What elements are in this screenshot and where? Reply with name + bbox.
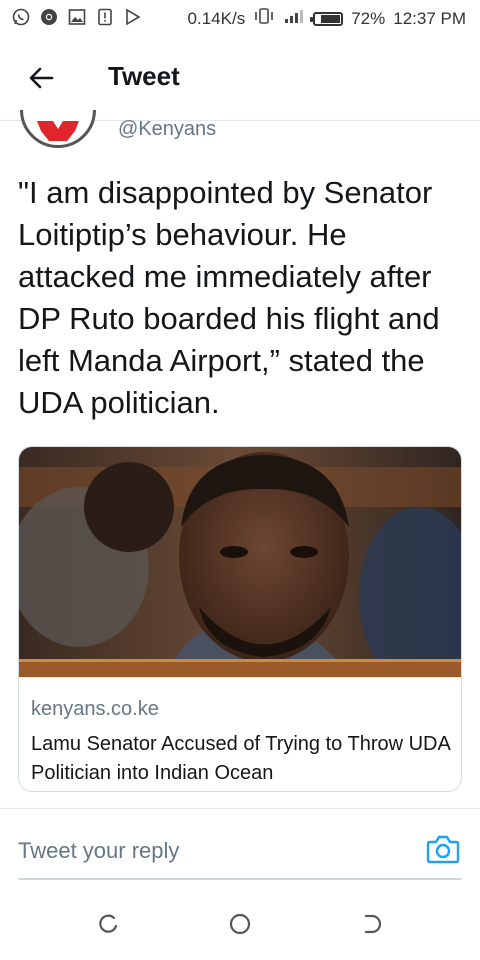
vibrate-icon xyxy=(253,8,275,29)
battery-percent: 72% xyxy=(351,8,386,28)
card-domain: kenyans.co.ke xyxy=(31,698,159,720)
tweet-text: "I am disappointed by Senator Loitiptip’… xyxy=(18,175,440,420)
card-body: kenyans.co.ke Lamu Senator Accused of Tr… xyxy=(19,677,461,791)
battery-icon xyxy=(310,11,344,26)
clock: 12:37 PM xyxy=(393,8,466,28)
back-icon[interactable] xyxy=(358,910,386,938)
image-icon xyxy=(68,8,86,26)
network-speed: 0.14K/s xyxy=(187,8,246,28)
avatar[interactable] xyxy=(20,110,96,148)
camera-icon[interactable] xyxy=(426,833,460,865)
card-image xyxy=(19,447,461,687)
tweet-handle[interactable]: @Kenyans xyxy=(118,118,216,141)
play-store-icon xyxy=(124,8,142,26)
app-header: Tweet xyxy=(0,36,480,121)
status-bar: 0.14K/s 72% 12:37 PM xyxy=(0,0,480,36)
page-title: Tweet xyxy=(108,61,180,91)
reply-input[interactable] xyxy=(18,834,418,868)
system-nav-bar xyxy=(0,890,480,960)
divider xyxy=(0,808,480,809)
arrow-left-icon[interactable] xyxy=(26,62,58,94)
recent-apps-icon[interactable] xyxy=(94,910,122,938)
notification-icons xyxy=(12,8,142,26)
home-icon[interactable] xyxy=(226,910,254,938)
whatsapp-icon xyxy=(12,8,30,26)
link-card[interactable]: kenyans.co.ke Lamu Senator Accused of Tr… xyxy=(18,446,462,792)
signal-icon xyxy=(283,8,305,29)
chrome-icon xyxy=(40,8,58,26)
card-title: Lamu Senator Accused of Trying to Throw … xyxy=(31,733,450,784)
alert-icon xyxy=(96,8,114,26)
reply-underline xyxy=(18,878,462,880)
